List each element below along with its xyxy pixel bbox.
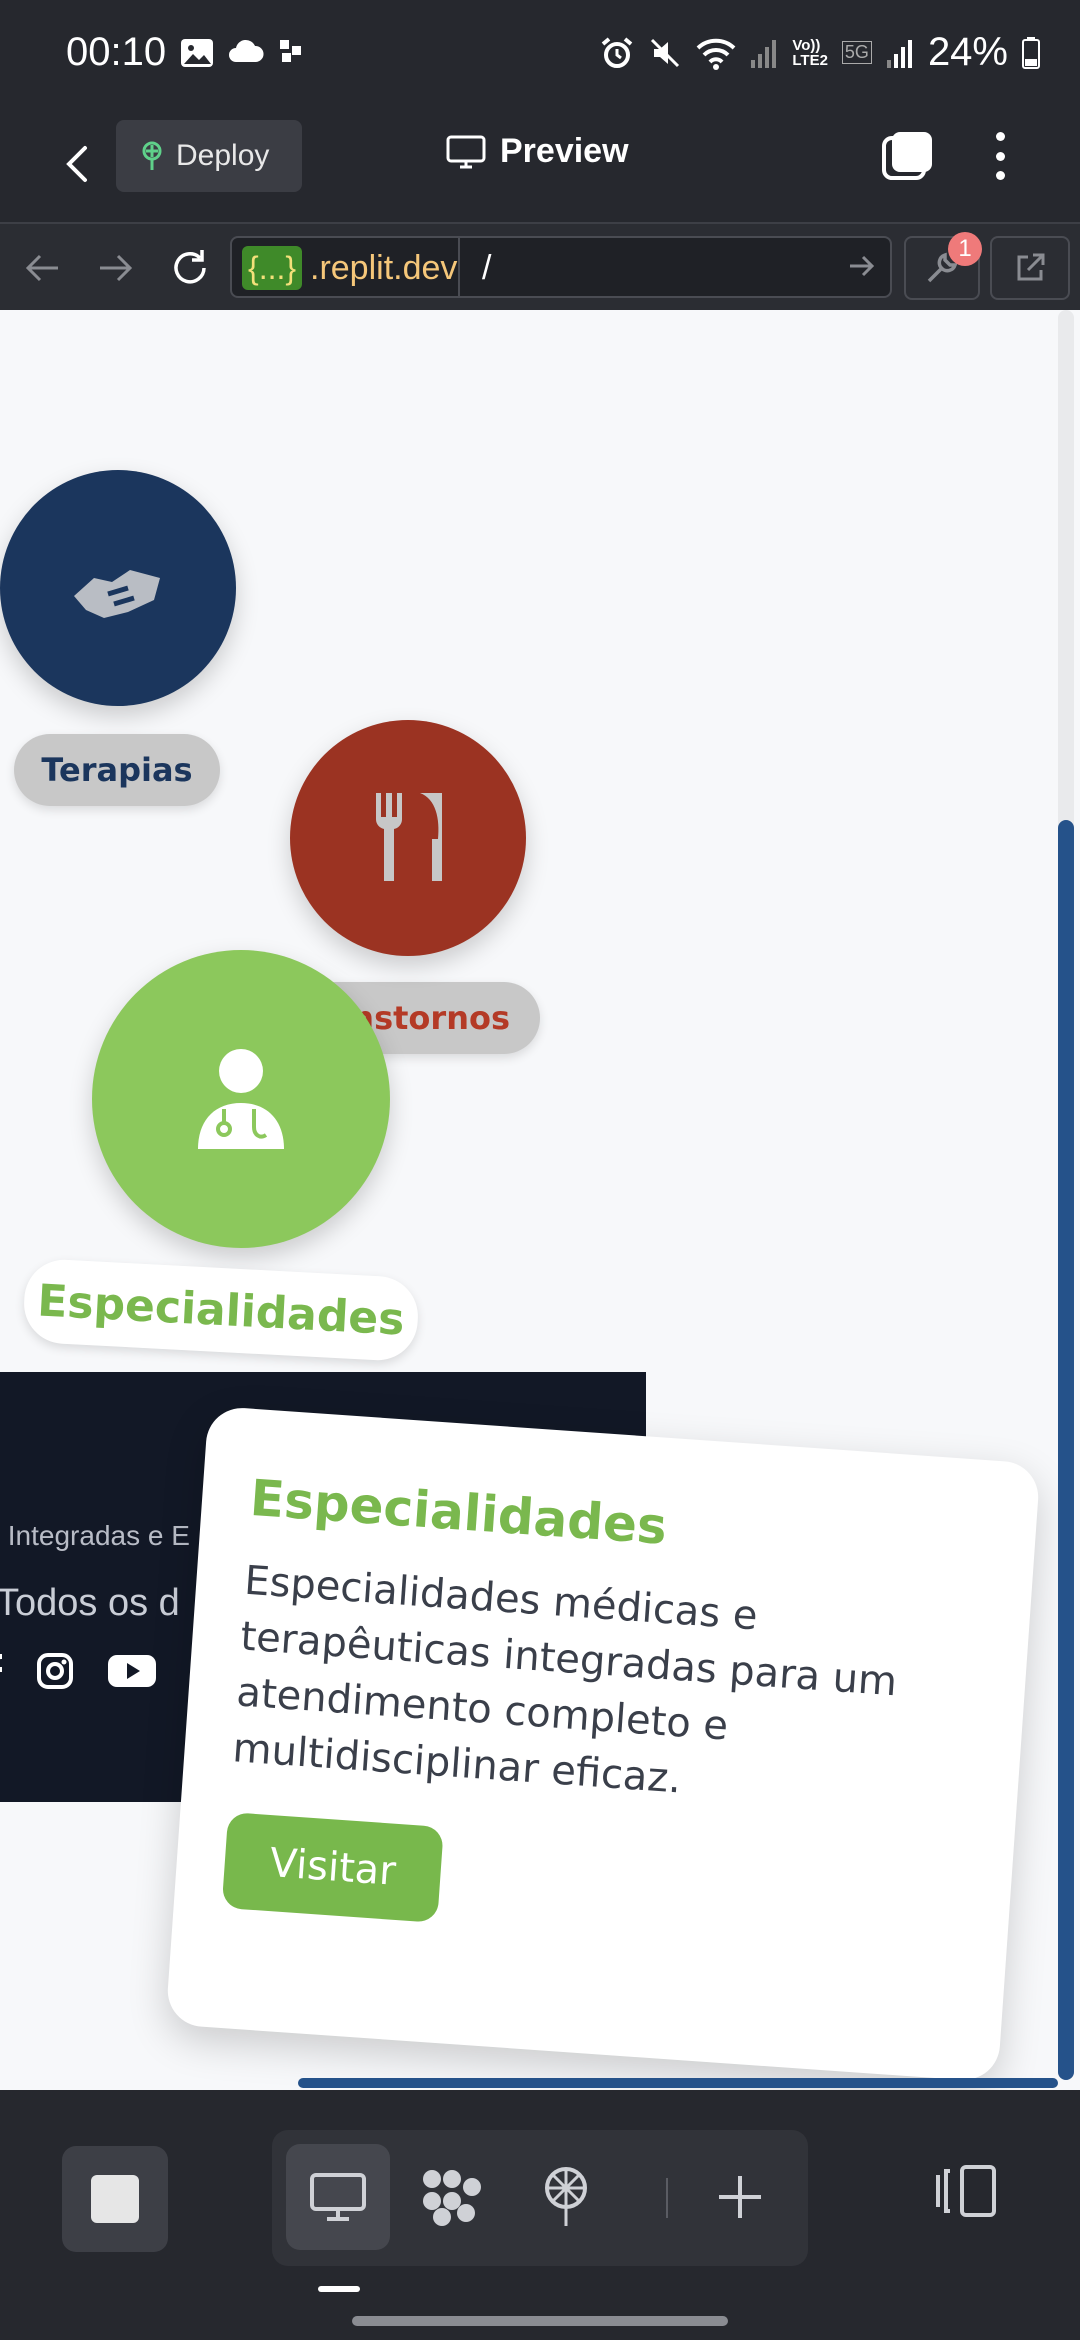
footer-copyright: Todos os d — [0, 1582, 180, 1624]
preview-title: Preview — [446, 132, 629, 171]
status-bar: 00:10 Vo)) LTE2 5G 24% — [0, 0, 1080, 112]
especialidades-label[interactable]: Especialidades — [22, 1257, 420, 1363]
network-5g-label: 5G — [841, 41, 872, 64]
bottom-toolbar — [0, 2090, 1080, 2340]
dot-icon — [995, 171, 1005, 180]
monitor-icon — [446, 135, 486, 168]
card-description: Especialidades médicas e terapêuticas in… — [231, 1557, 899, 1803]
terapias-label[interactable]: Terapias — [14, 734, 220, 806]
devtools-button[interactable]: 1 — [904, 232, 982, 300]
especialidades-circle[interactable] — [92, 950, 390, 1248]
preview-tool-button[interactable] — [286, 2144, 390, 2250]
deploy-tool-icon — [545, 2167, 587, 2226]
status-notification-icons — [180, 38, 304, 68]
tool-separator — [666, 2178, 668, 2218]
preview-icon — [310, 2173, 366, 2221]
terapias-label-text: Terapias — [41, 751, 193, 789]
arrow-left-icon — [25, 254, 58, 282]
chevron-left-icon — [66, 146, 87, 182]
alarm-icon — [602, 36, 633, 68]
url-host: .replit.dev — [310, 249, 458, 287]
add-icon — [719, 2176, 761, 2218]
split-panel-button[interactable] — [930, 2156, 1000, 2226]
instagram-icon[interactable] — [36, 1652, 74, 1690]
battery-icon — [1022, 36, 1040, 69]
handshake-icon — [74, 570, 160, 618]
back-button[interactable] — [48, 134, 108, 194]
network-label: LTE2 — [792, 51, 828, 69]
facebook-icon[interactable] — [0, 1654, 2, 1688]
url-host-prefix: {...} — [242, 246, 303, 290]
especialidades-label-text: Especialidades — [36, 1274, 406, 1346]
preview-title-text: Preview — [500, 132, 629, 170]
visit-button[interactable]: Visitar — [221, 1812, 444, 1923]
deploy-button[interactable]: Deploy — [116, 120, 302, 192]
url-path[interactable]: / — [482, 246, 491, 290]
tabs-button[interactable] — [880, 128, 936, 184]
active-tab-indicator — [318, 2286, 360, 2292]
reload-button[interactable] — [168, 246, 212, 290]
status-system-icons: Vo)) LTE2 5G 24% — [600, 30, 1040, 75]
specialty-card: Especialidades Especialidades médicas e … — [165, 1405, 1041, 2083]
url-input[interactable]: {...} .replit.dev / — [230, 236, 892, 298]
deploy-tool-button[interactable] — [514, 2144, 618, 2250]
url-bar: {...} .replit.dev / 1 — [0, 222, 1080, 310]
browser-back-button[interactable] — [20, 246, 64, 290]
volte-label: Vo)) LTE2 — [792, 36, 828, 69]
youtube-icon[interactable] — [108, 1653, 156, 1689]
footer-tagline: s Integradas e E — [0, 1520, 190, 1551]
vertical-scrollbar[interactable] — [1058, 820, 1074, 2080]
more-options-button[interactable] — [980, 128, 1020, 184]
stop-button[interactable] — [62, 2146, 168, 2252]
dot-icon — [995, 132, 1005, 141]
doctor-icon — [198, 1049, 284, 1149]
battery-percent: 24% — [927, 30, 1008, 74]
browser-forward-button[interactable] — [94, 246, 138, 290]
url-divider — [458, 238, 460, 296]
transtornos-circle[interactable] — [290, 720, 526, 956]
cloud-icon — [229, 39, 264, 62]
signal-weak-icon — [751, 39, 777, 68]
stop-icon — [91, 2175, 139, 2223]
reload-icon — [174, 250, 206, 284]
arrow-right-icon — [100, 254, 133, 282]
mute-icon — [651, 38, 680, 67]
app-notification-icon — [280, 40, 301, 62]
tabs-icon — [882, 132, 932, 180]
add-tool-button[interactable] — [688, 2144, 792, 2250]
workspace-tool-button[interactable] — [400, 2144, 504, 2250]
go-arrow-icon[interactable] — [848, 252, 876, 280]
status-time: 00:10 — [66, 30, 167, 74]
horizontal-scrollbar[interactable] — [298, 2078, 1058, 2088]
footer-socials — [0, 1652, 156, 1690]
devtools-badge: 1 — [948, 232, 982, 266]
deploy-icon — [142, 141, 162, 170]
split-panel-icon — [936, 2165, 996, 2217]
home-indicator[interactable] — [352, 2316, 728, 2326]
open-new-window-button[interactable] — [990, 236, 1070, 300]
terapias-circle[interactable] — [0, 470, 236, 706]
workspace-icon — [423, 2170, 481, 2226]
deploy-label: Deploy — [176, 139, 270, 172]
external-link-icon — [1017, 253, 1045, 281]
wifi-icon — [696, 38, 736, 70]
signal-icon — [886, 39, 912, 68]
app-bar: Deploy Preview — [0, 112, 1080, 222]
gallery-icon — [181, 39, 213, 67]
tool-group — [272, 2130, 808, 2266]
utensils-icon — [375, 793, 442, 881]
web-preview: Terapias Transtornos Especialidades s In… — [0, 310, 1080, 2090]
dot-icon — [995, 151, 1005, 161]
